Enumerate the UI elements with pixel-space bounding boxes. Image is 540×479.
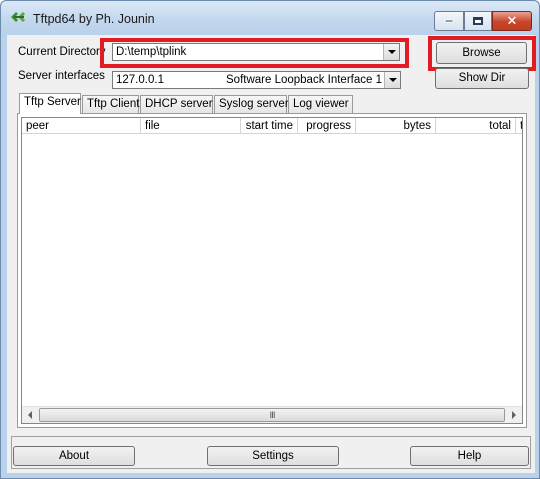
column-header-start-time[interactable]: start time bbox=[241, 118, 298, 134]
tftpd-app-icon bbox=[11, 12, 25, 22]
tab-tftp-client[interactable]: Tftp Client bbox=[82, 95, 139, 113]
scroll-left-icon[interactable] bbox=[28, 411, 32, 419]
column-header-time[interactable]: ti bbox=[516, 118, 522, 134]
minimize-icon bbox=[444, 19, 454, 23]
tab-dhcp-server[interactable]: DHCP server bbox=[140, 95, 213, 113]
column-header-peer[interactable]: peer bbox=[22, 118, 141, 134]
close-button[interactable]: × bbox=[492, 11, 532, 31]
column-header-bytes[interactable]: bytes bbox=[356, 118, 436, 134]
horizontal-scrollbar[interactable]: III bbox=[22, 406, 522, 423]
window-title: Tftpd64 by Ph. Jounin bbox=[33, 12, 155, 26]
close-icon: × bbox=[506, 13, 518, 29]
server-interfaces-dropdown-button[interactable] bbox=[384, 72, 400, 88]
scrollbar-thumb[interactable]: III bbox=[39, 408, 505, 422]
browse-highlight bbox=[428, 36, 536, 71]
scrollbar-grip: III bbox=[269, 411, 276, 421]
transfers-list[interactable]: peer file start time progress bytes tota… bbox=[21, 117, 523, 424]
help-button[interactable]: Help bbox=[410, 446, 529, 466]
server-interface-ip: 127.0.0.1 bbox=[116, 74, 164, 86]
server-interfaces-combo[interactable]: 127.0.0.1 Software Loopback Interface 1 bbox=[112, 71, 401, 89]
column-header-progress[interactable]: progress bbox=[298, 118, 356, 134]
tab-syslog-server[interactable]: Syslog server bbox=[214, 95, 289, 113]
chevron-down-icon bbox=[389, 78, 397, 82]
scroll-right-icon[interactable] bbox=[512, 411, 516, 419]
tftp-server-panel: peer file start time progress bytes tota… bbox=[17, 113, 527, 428]
current-directory-highlight bbox=[100, 38, 409, 68]
show-dir-button[interactable]: Show Dir bbox=[435, 68, 529, 89]
tab-log-viewer[interactable]: Log viewer bbox=[288, 95, 353, 113]
list-header: peer file start time progress bytes tota… bbox=[22, 118, 522, 134]
server-interface-name: Software Loopback Interface 1 bbox=[226, 74, 382, 86]
about-button[interactable]: About bbox=[13, 446, 135, 466]
app-window: Tftpd64 by Ph. Jounin × Current Director… bbox=[0, 0, 540, 479]
column-header-total[interactable]: total bbox=[436, 118, 516, 134]
current-directory-label: Current Directory bbox=[18, 46, 106, 58]
title-bar[interactable]: Tftpd64 by Ph. Jounin × bbox=[1, 1, 539, 35]
maximize-button[interactable] bbox=[464, 11, 492, 31]
maximize-icon bbox=[473, 17, 483, 25]
minimize-button[interactable] bbox=[434, 11, 464, 31]
settings-button[interactable]: Settings bbox=[207, 446, 339, 466]
column-header-file[interactable]: file bbox=[141, 118, 241, 134]
tab-tftp-server[interactable]: Tftp Server bbox=[19, 93, 81, 114]
dialog-body: Current Directory D:\temp\tplink Browse … bbox=[7, 35, 536, 473]
server-interfaces-label: Server interfaces bbox=[18, 70, 105, 82]
